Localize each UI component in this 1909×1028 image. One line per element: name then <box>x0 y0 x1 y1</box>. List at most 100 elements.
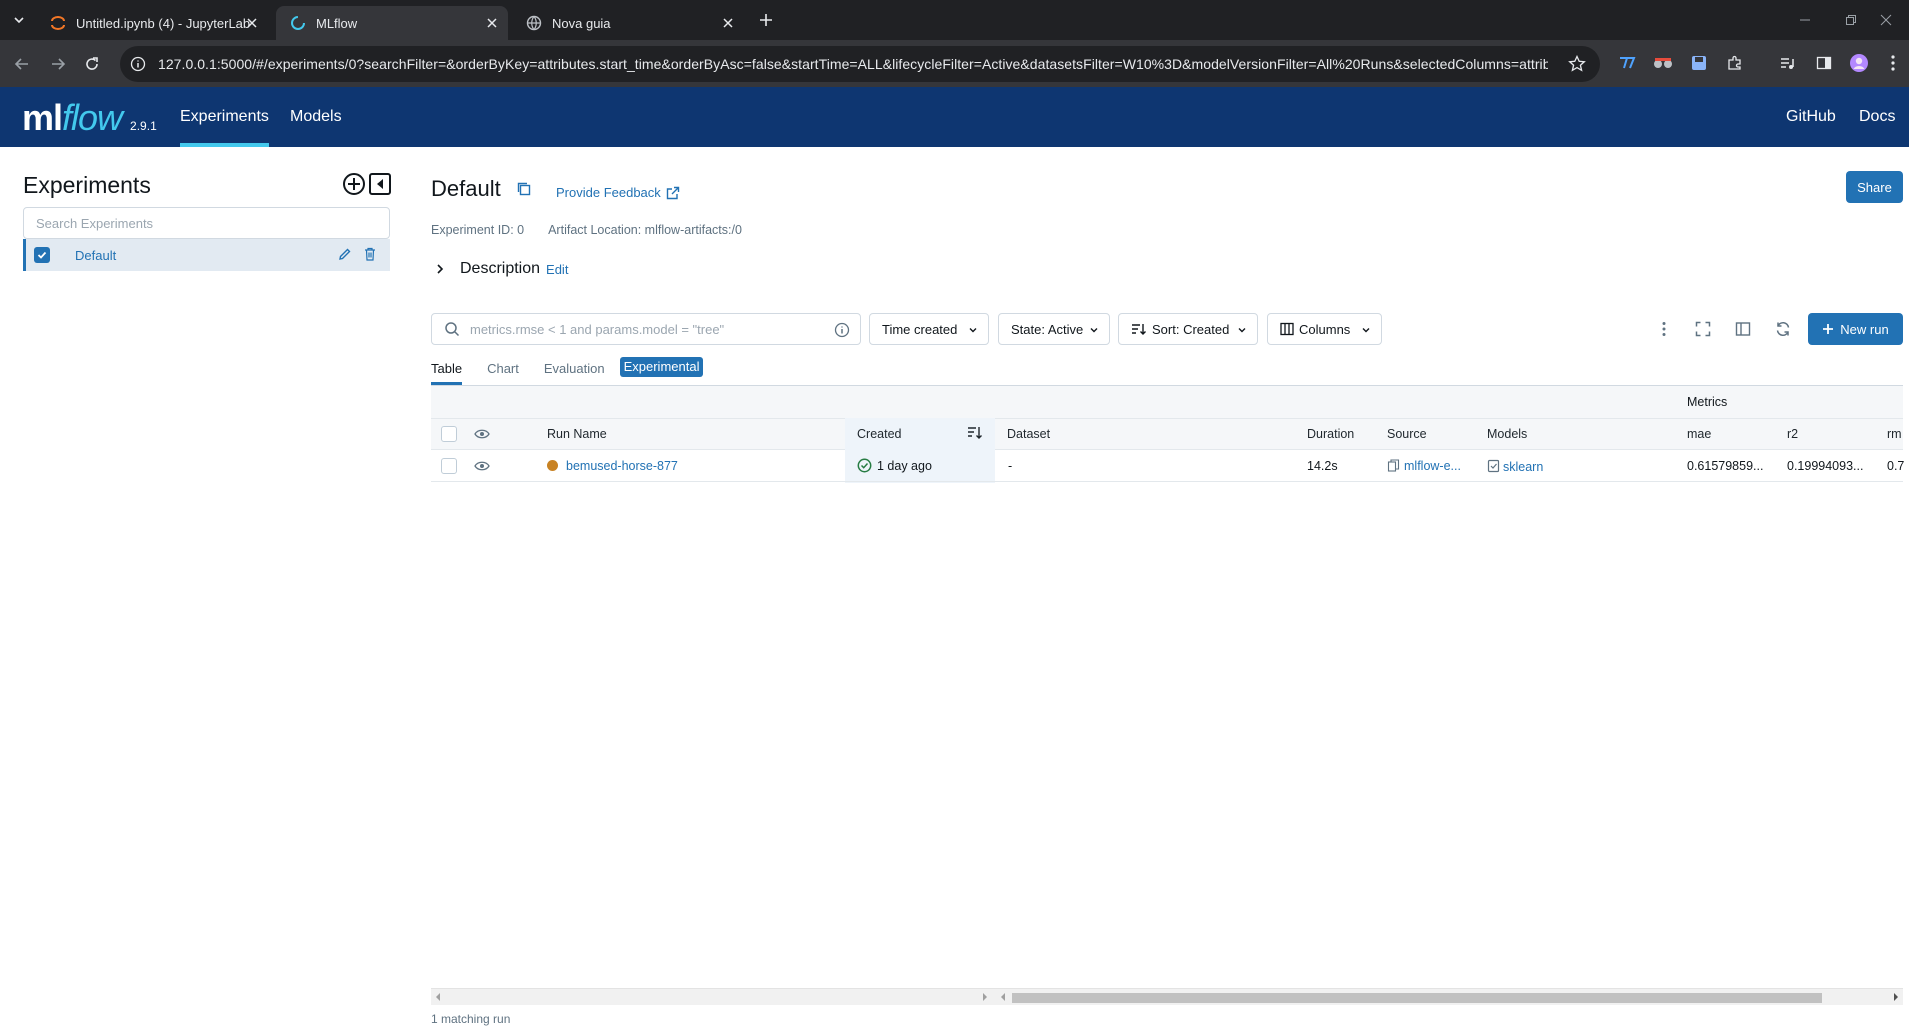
site-info-icon <box>130 56 146 72</box>
run-search-input[interactable]: metrics.rmse < 1 and params.model = "tre… <box>431 313 861 345</box>
close-window-button[interactable] <box>1863 0 1909 40</box>
artifact-location: Artifact Location: mlflow-artifacts:/0 <box>548 223 742 237</box>
collapse-sidebar-icon[interactable] <box>368 172 392 196</box>
logo-flow: flow <box>62 97 123 138</box>
scroll-right-arrow-icon[interactable] <box>1893 993 1899 1001</box>
header-created[interactable]: Created <box>857 427 901 441</box>
source-cell[interactable]: mlflow-e... <box>1387 459 1461 473</box>
sort-descending-icon[interactable] <box>967 426 983 440</box>
header-models[interactable]: Models <box>1487 427 1527 441</box>
search-icon <box>445 322 460 337</box>
external-link-icon <box>666 186 679 199</box>
description-edit-link[interactable]: Edit <box>546 262 568 277</box>
chevron-down-icon <box>1090 328 1098 333</box>
back-button[interactable] <box>8 50 36 78</box>
browser-tab-jupyter[interactable]: Untitled.ipynb (4) - JupyterLab <box>36 6 268 40</box>
close-icon[interactable] <box>484 15 500 31</box>
info-icon <box>834 322 850 338</box>
nav-experiments[interactable]: Experiments <box>180 87 269 147</box>
source-link[interactable]: mlflow-e... <box>1404 459 1461 473</box>
more-options-button[interactable] <box>1653 318 1675 340</box>
add-experiment-icon[interactable] <box>342 172 366 196</box>
minimize-button[interactable] <box>1782 0 1828 40</box>
reload-button[interactable] <box>78 50 106 78</box>
tab-table[interactable]: Table <box>431 357 463 385</box>
forward-button[interactable] <box>44 50 72 78</box>
columns-label: Columns <box>1299 321 1351 337</box>
row-visibility-eye-icon[interactable] <box>474 460 490 472</box>
nav-models[interactable]: Models <box>290 87 342 147</box>
header-mae[interactable]: mae <box>1687 427 1711 441</box>
model-link[interactable]: sklearn <box>1503 460 1543 474</box>
header-source[interactable]: Source <box>1387 427 1427 441</box>
new-tab-button[interactable] <box>756 10 776 30</box>
scroll-left-arrow-icon[interactable] <box>1000 993 1006 1001</box>
close-icon[interactable] <box>244 15 260 31</box>
nav-github[interactable]: GitHub <box>1786 87 1836 147</box>
save-extension-icon[interactable] <box>1689 53 1709 73</box>
tab-experimental[interactable]: Experimental <box>619 357 704 377</box>
chevron-down-icon <box>1362 328 1370 333</box>
columns-dropdown[interactable]: Columns <box>1267 313 1382 345</box>
horizontal-scrollbar[interactable] <box>431 988 1903 1005</box>
header-r2[interactable]: r2 <box>1787 427 1798 441</box>
visibility-header-eye-icon[interactable] <box>474 428 490 440</box>
header-duration[interactable]: Duration <box>1307 427 1354 441</box>
checkbox-checked-icon[interactable] <box>34 247 50 263</box>
edit-pencil-icon[interactable] <box>338 247 352 261</box>
extension-icon-2[interactable] <box>1653 53 1673 73</box>
scrollbar-thumb[interactable] <box>1012 993 1822 1003</box>
header-run-name[interactable]: Run Name <box>547 427 607 441</box>
columns-icon <box>1280 322 1294 336</box>
runs-table: Metrics Run Name Created Dataset Duratio… <box>431 386 1905 483</box>
rmse-cell: 0.7 <box>1887 459 1905 473</box>
close-icon[interactable] <box>720 15 736 31</box>
toggle-sidebar-button[interactable] <box>1732 318 1754 340</box>
description-section[interactable]: Description Edit <box>434 260 568 278</box>
browser-menu-icon[interactable] <box>1883 53 1903 73</box>
tab-title: MLflow <box>316 15 358 31</box>
profile-avatar[interactable] <box>1849 53 1869 73</box>
tab-evaluation[interactable]: Evaluation <box>544 357 605 385</box>
mae-cell: 0.61579859... <box>1687 459 1764 473</box>
run-name-link[interactable]: bemused-horse-877 <box>566 459 678 473</box>
description-label: Description <box>460 260 541 277</box>
mlflow-logo[interactable]: ml flow 2.9.1 <box>22 97 157 139</box>
fullscreen-icon <box>1695 321 1711 337</box>
scroll-right-arrow-icon[interactable] <box>982 993 988 1001</box>
state-dropdown[interactable]: State: Active <box>998 313 1110 345</box>
side-panel-icon[interactable] <box>1814 53 1834 73</box>
extension-icon-1[interactable] <box>1617 53 1637 73</box>
scroll-left-arrow-icon[interactable] <box>435 993 441 1001</box>
chevron-down-icon <box>1238 328 1246 333</box>
fullscreen-button[interactable] <box>1692 318 1714 340</box>
tab-chart[interactable]: Chart <box>487 357 519 385</box>
time-created-dropdown[interactable]: Time created <box>869 313 989 345</box>
browser-tab-new[interactable]: Nova guia <box>512 6 744 40</box>
row-checkbox[interactable] <box>441 458 457 474</box>
run-color-dot <box>547 460 558 471</box>
media-control-icon[interactable] <box>1777 53 1797 73</box>
nav-docs[interactable]: Docs <box>1859 87 1895 147</box>
run-name-cell[interactable]: bemused-horse-877 <box>547 459 678 473</box>
header-rmse[interactable]: rm <box>1887 427 1902 441</box>
share-button[interactable]: Share <box>1846 171 1903 203</box>
reload-icon <box>86 57 98 70</box>
experiment-search-input[interactable]: Search Experiments <box>23 207 390 239</box>
extensions-puzzle-icon[interactable] <box>1725 53 1745 73</box>
header-dataset[interactable]: Dataset <box>1007 427 1050 441</box>
address-bar[interactable]: 127.0.0.1:5000/#/experiments/0?searchFil… <box>120 46 1600 82</box>
copy-icon[interactable] <box>516 181 532 197</box>
tab-search-button[interactable] <box>6 8 32 32</box>
metrics-group-label: Metrics <box>1687 395 1728 409</box>
browser-tab-mlflow[interactable]: MLflow <box>276 6 508 40</box>
new-run-button[interactable]: New run <box>1808 313 1903 345</box>
provide-feedback-link[interactable]: Provide Feedback <box>556 185 680 200</box>
sort-dropdown[interactable]: Sort: Created <box>1118 313 1258 345</box>
kebab-menu-icon <box>1662 322 1666 336</box>
select-all-checkbox[interactable] <box>441 426 457 442</box>
sidebar-item-default[interactable]: Default <box>23 239 390 271</box>
models-cell[interactable]: sklearn <box>1487 459 1543 474</box>
trash-icon[interactable] <box>364 247 376 261</box>
refresh-button[interactable] <box>1772 318 1794 340</box>
